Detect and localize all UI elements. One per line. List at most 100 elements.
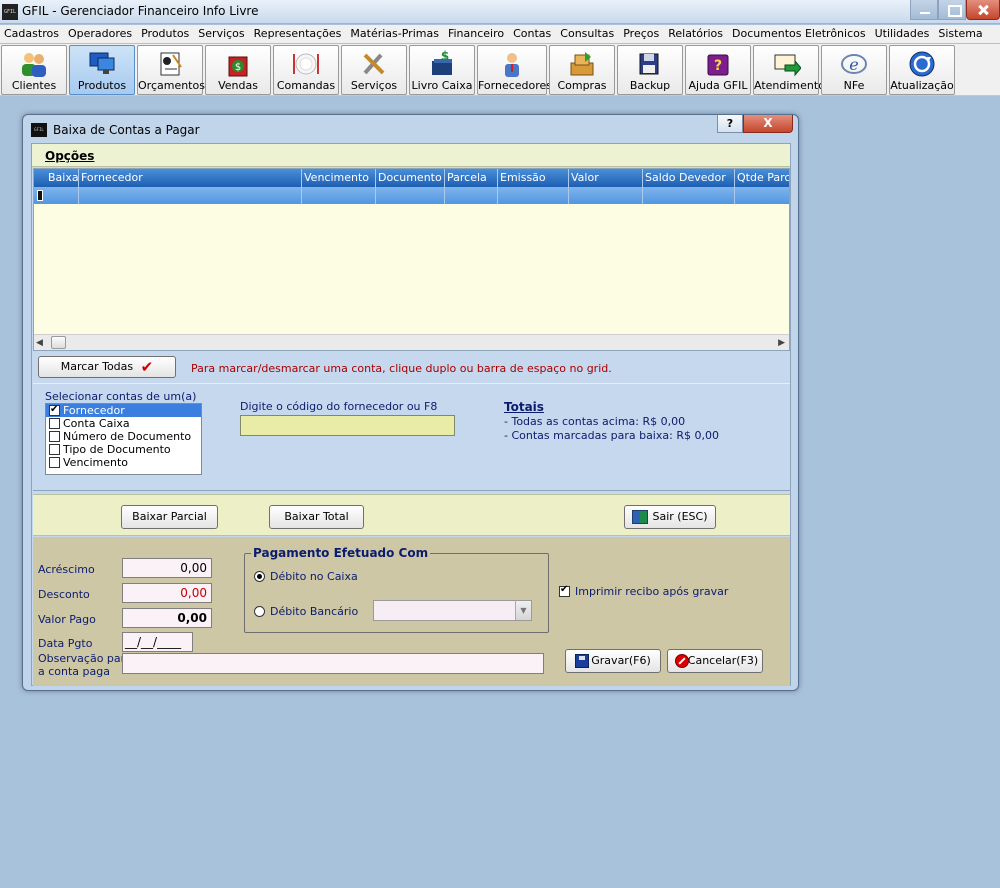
debito-caixa-label[interactable]: Débito no Caixa bbox=[270, 570, 358, 583]
baixar-total-button[interactable]: Baixar Total bbox=[269, 505, 364, 529]
help-icon[interactable]: ? bbox=[717, 115, 743, 133]
toolbar-compras-button[interactable]: Compras bbox=[549, 45, 615, 95]
menu-precos[interactable]: Preços bbox=[623, 25, 659, 43]
bank-account-select[interactable]: ▼ bbox=[373, 600, 532, 621]
data-pgto-input[interactable]: __/__/____ bbox=[122, 632, 193, 652]
svg-text:$: $ bbox=[235, 62, 241, 73]
col-saldo-devedor[interactable]: Saldo Devedor bbox=[643, 169, 735, 187]
select-option-vencimento[interactable]: Vencimento bbox=[46, 456, 201, 469]
accounts-grid[interactable]: Baixar Fornecedor Vencimento Documento P… bbox=[33, 168, 790, 351]
select-option-tipo-documento[interactable]: Tipo de Documento bbox=[46, 443, 201, 456]
select-option-numero-documento[interactable]: Número de Documento bbox=[46, 430, 201, 443]
col-baixar[interactable]: Baixar bbox=[46, 169, 79, 187]
col-qtde-parc[interactable]: Qtde Parc. bbox=[735, 169, 789, 187]
toolbar-fornecedores-button[interactable]: Fornecedores bbox=[477, 45, 552, 95]
menu-sistema[interactable]: Sistema bbox=[938, 25, 982, 43]
menu-cadastros[interactable]: Cadastros bbox=[4, 25, 59, 43]
checkbox-fornecedor[interactable] bbox=[49, 403, 60, 416]
col-fornecedor[interactable]: Fornecedor bbox=[79, 169, 302, 187]
print-receipt-checkbox[interactable] bbox=[559, 584, 570, 597]
select-by-list[interactable]: Fornecedor Conta Caixa Número de Documen… bbox=[45, 403, 202, 475]
toolbar-servicos-button[interactable]: Serviços bbox=[341, 45, 407, 95]
checkbox-tipo-documento[interactable] bbox=[49, 444, 60, 455]
print-receipt-label[interactable]: Imprimir recibo após gravar bbox=[575, 585, 728, 598]
toolbar-atualizacao-button[interactable]: Atualização bbox=[889, 45, 955, 95]
valor-pago-input[interactable]: 0,00 bbox=[122, 608, 212, 628]
cell-vencimento[interactable] bbox=[302, 187, 376, 204]
toolbar-produtos-button[interactable]: Produtos bbox=[69, 45, 135, 95]
toolbar-label: Livro Caixa bbox=[411, 79, 473, 92]
sair-button[interactable]: Sair (ESC) bbox=[624, 505, 716, 529]
payment-method-title: Pagamento Efetuado Com bbox=[251, 546, 431, 560]
minimize-icon[interactable] bbox=[910, 0, 938, 20]
checkbox-conta-caixa[interactable] bbox=[49, 418, 60, 429]
supplier-code-input[interactable] bbox=[240, 415, 455, 436]
toolbar-comandas-button[interactable]: Comandas bbox=[273, 45, 339, 95]
cell-baixar[interactable] bbox=[46, 187, 79, 204]
dialog-close-icon[interactable]: X bbox=[743, 115, 793, 133]
gravar-button[interactable]: Gravar(F6) bbox=[565, 649, 661, 673]
select-option-fornecedor[interactable]: Fornecedor bbox=[46, 403, 201, 417]
col-vencimento[interactable]: Vencimento bbox=[302, 169, 376, 187]
menu-financeiro[interactable]: Financeiro bbox=[448, 25, 504, 43]
col-documento[interactable]: Documento bbox=[376, 169, 445, 187]
cell-emissao[interactable] bbox=[498, 187, 569, 204]
acrescimo-input[interactable]: 0,00 bbox=[122, 558, 212, 578]
cancelar-button[interactable]: Cancelar(F3) bbox=[667, 649, 763, 673]
toolbar-backup-button[interactable]: Backup bbox=[617, 45, 683, 95]
toolbar-livro-caixa-button[interactable]: $ Livro Caixa bbox=[409, 45, 475, 95]
users-icon bbox=[22, 53, 46, 77]
checkbox-vencimento[interactable] bbox=[49, 457, 60, 468]
cell-saldo-devedor[interactable] bbox=[643, 187, 735, 204]
menu-materias-primas[interactable]: Matérias-Primas bbox=[350, 25, 439, 43]
toolbar: Clientes Produtos Orçamentos $ Vendas Co… bbox=[0, 44, 1000, 96]
cell-valor[interactable] bbox=[569, 187, 643, 204]
cell-parcela[interactable] bbox=[445, 187, 498, 204]
select-option-conta-caixa[interactable]: Conta Caixa bbox=[46, 417, 201, 430]
table-row[interactable] bbox=[34, 187, 789, 204]
grid-horizontal-scrollbar[interactable]: ◀ ▶ bbox=[34, 334, 789, 350]
scroll-thumb[interactable] bbox=[51, 336, 66, 349]
desconto-input[interactable]: 0,00 bbox=[122, 583, 212, 603]
toolbar-atendimento-button[interactable]: Atendimento bbox=[753, 45, 825, 95]
cell-fornecedor[interactable] bbox=[79, 187, 302, 204]
cell-documento[interactable] bbox=[376, 187, 445, 204]
support-icon bbox=[774, 54, 801, 77]
debito-bancario-label[interactable]: Débito Bancário bbox=[270, 605, 358, 618]
toolbar-label: Orçamentos bbox=[138, 79, 205, 92]
observacao-input[interactable] bbox=[122, 653, 544, 674]
toolbar-vendas-button[interactable]: $ Vendas bbox=[205, 45, 271, 95]
marcar-todas-button[interactable]: Marcar Todas ✔ bbox=[38, 356, 176, 378]
toolbar-nfe-button[interactable]: e NFe bbox=[821, 45, 887, 95]
menu-relatorios[interactable]: Relatórios bbox=[668, 25, 723, 43]
scroll-left-icon[interactable]: ◀ bbox=[36, 338, 43, 348]
close-icon[interactable] bbox=[966, 0, 1000, 20]
baixar-parcial-button[interactable]: Baixar Parcial bbox=[121, 505, 218, 529]
col-valor[interactable]: Valor bbox=[569, 169, 643, 187]
marcar-todas-label: Marcar Todas bbox=[60, 360, 134, 373]
options-menu[interactable]: Opções bbox=[45, 149, 94, 163]
toolbar-label: Clientes bbox=[11, 79, 57, 92]
toolbar-orcamentos-button[interactable]: Orçamentos bbox=[137, 45, 205, 95]
menu-produtos[interactable]: Produtos bbox=[141, 25, 189, 43]
toolbar-clientes-button[interactable]: Clientes bbox=[1, 45, 67, 95]
checkmark-icon: ✔ bbox=[140, 358, 154, 376]
col-parcela[interactable]: Parcela bbox=[445, 169, 498, 187]
menu-utilidades[interactable]: Utilidades bbox=[875, 25, 930, 43]
menu-contas[interactable]: Contas bbox=[513, 25, 551, 43]
chevron-down-icon[interactable]: ▼ bbox=[515, 601, 531, 620]
menu-operadores[interactable]: Operadores bbox=[68, 25, 132, 43]
toolbar-ajuda-button[interactable]: ? Ajuda GFIL bbox=[685, 45, 751, 95]
menu-representacoes[interactable]: Representações bbox=[254, 25, 342, 43]
radio-debito-bancario[interactable] bbox=[254, 606, 265, 617]
menu-documentos-eletronicos[interactable]: Documentos Eletrônicos bbox=[732, 25, 866, 43]
app-title: GFIL - Gerenciador Financeiro Info Livre bbox=[22, 4, 259, 18]
menu-servicos[interactable]: Serviços bbox=[198, 25, 244, 43]
maximize-icon[interactable] bbox=[938, 0, 966, 20]
toolbar-label: Atendimento bbox=[754, 79, 825, 92]
menu-consultas[interactable]: Consultas bbox=[560, 25, 614, 43]
checkbox-numero-documento[interactable] bbox=[49, 431, 60, 442]
scroll-right-icon[interactable]: ▶ bbox=[778, 338, 785, 348]
radio-debito-caixa[interactable] bbox=[254, 571, 265, 582]
col-emissao[interactable]: Emissão bbox=[498, 169, 569, 187]
